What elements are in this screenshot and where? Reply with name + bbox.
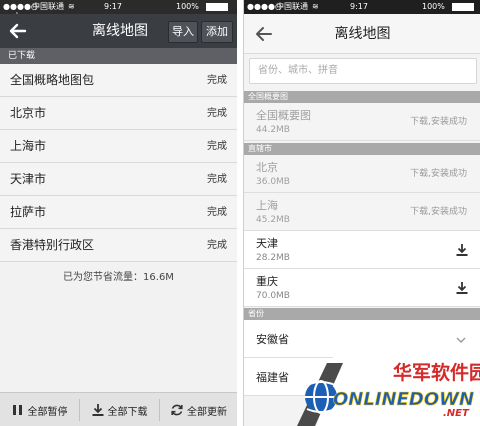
import-button[interactable]: 导入 [168,21,198,43]
battery-icon [206,3,228,11]
item-status: 完成 [207,75,227,86]
section-header-provinces: 省份 [244,308,480,320]
item-size: 70.0MB [256,291,290,301]
download-icon [92,404,103,416]
page-title: 离线地图 [92,23,148,39]
update-all-button[interactable]: 全部更新 [160,393,237,426]
item-name: 福建省 [256,371,289,384]
section-header-downloaded: 已下载 [0,48,237,64]
logo-cn-text: 华军软件园 [393,361,480,384]
section-header-overview: 全国概要图 [244,91,480,103]
list-item[interactable]: 拉萨市 完成 [0,196,237,229]
update-all-label: 全部更新 [187,406,227,418]
list-item[interactable]: 上海 45.2MB 下载,安装成功 [244,193,480,231]
chevron-down-icon[interactable] [456,336,466,344]
item-status: 完成 [207,108,227,119]
list-item[interactable]: 上海市 完成 [0,130,237,163]
item-size: 45.2MB [256,215,290,225]
section-header-municipalities: 直辖市 [244,143,480,155]
list-item[interactable]: 安徽省 [244,320,480,358]
left-screen: ●●●●○ 中国联通 ≋ 9:17 100% ahruan.com 离线地图 导… [0,0,237,426]
saved-traffic-text: 已为您节省流量：16.6M [63,272,174,283]
pause-all-button[interactable]: 全部暂停 [0,393,78,426]
pause-all-label: 全部暂停 [27,406,68,418]
item-name: 天津 [256,237,278,250]
list-item[interactable]: 北京 36.0MB 下载,安装成功 [244,155,480,193]
nav-bar: 离线地图 [244,14,480,54]
list-item[interactable]: 天津 28.2MB [244,231,480,269]
download-icon[interactable] [455,281,469,295]
item-status: 下载,安装成功 [410,169,467,179]
item-name: 香港特别行政区 [10,238,95,252]
item-name: 上海 [256,199,278,212]
list-item[interactable]: 香港特别行政区 完成 [0,229,237,262]
item-status: 下载,安装成功 [410,207,467,217]
status-bar: ●●●●○ 中国联通 ≋ 9:17 100% [244,0,480,14]
item-size: 44.2MB [256,125,290,135]
download-all-button[interactable]: 全部下载 [80,393,158,426]
nav-bar: 离线地图 导入 添加 [0,14,237,48]
search-input[interactable]: 省份、城市、拼音 [249,58,477,84]
pause-icon [12,405,22,415]
logo-en-text: ONLINEDOWN [333,389,474,410]
item-name: 拉萨市 [10,205,47,219]
item-name: 天津市 [10,172,47,186]
list-item[interactable]: 北京市 完成 [0,97,237,130]
page-title: 离线地图 [334,26,391,42]
list-item[interactable]: 天津市 完成 [0,163,237,196]
onlinedown-logo: 华军软件园 ONLINEDOWN .NET [297,357,480,426]
battery-icon [452,3,474,11]
list-item[interactable]: 全国概要图 44.2MB 下载,安装成功 [244,103,480,141]
list-item[interactable]: 重庆 70.0MB [244,269,480,307]
list-item[interactable]: 全国概略地图包 完成 [0,64,237,97]
item-status: 完成 [207,174,227,185]
item-name: 北京市 [10,106,47,120]
item-name: 安徽省 [256,333,289,346]
battery-percent: 100% [176,2,199,11]
carrier-label: 中国联通 [276,2,308,11]
arrow-left-icon[interactable] [8,21,28,41]
item-name: 全国概略地图包 [10,73,95,87]
item-name: 重庆 [256,275,278,288]
item-status: 完成 [207,141,227,152]
battery-percent: 100% [422,2,445,11]
logo-suffix-text: .NET [443,408,470,419]
download-icon[interactable] [455,243,469,257]
item-size: 28.2MB [256,253,290,263]
refresh-icon [171,404,183,416]
arrow-left-icon[interactable] [254,24,274,44]
item-name: 全国概要图 [256,109,311,122]
item-status: 完成 [207,240,227,251]
bottom-toolbar: 全部暂停 全部下载 全部更新 [0,392,237,426]
item-name: 上海市 [10,139,47,153]
wifi-icon: ≋ [312,2,319,11]
add-button[interactable]: 添加 [201,21,233,43]
item-status: 完成 [207,207,227,218]
item-size: 36.0MB [256,177,290,187]
download-all-label: 全部下载 [107,406,148,418]
item-status: 下载,安装成功 [410,117,467,127]
item-name: 北京 [256,161,278,174]
time-label: 9:17 [350,2,368,11]
